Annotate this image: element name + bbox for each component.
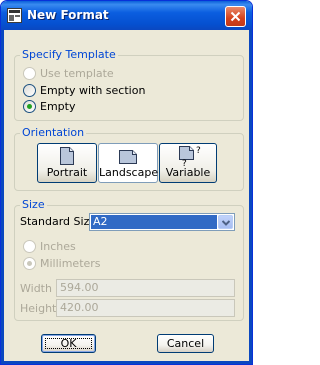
variable-mark-top: ? [196,146,201,156]
ok-button[interactable]: OK [41,334,96,353]
radio-label: Millimeters [40,257,101,270]
window-title: New Format [27,8,109,22]
title-bar[interactable]: New Format [1,1,252,30]
window-frame-right [249,30,252,364]
dropdown-button[interactable] [218,215,233,229]
cancel-label: Cancel [166,337,205,350]
radio-dot [27,261,32,266]
focus-rect [45,338,92,349]
radio-label[interactable]: Empty [40,100,75,113]
radio-label[interactable]: Empty with section [40,84,145,97]
portrait-page-icon [60,147,74,165]
landscape-label: Landscape [99,166,159,179]
variable-button[interactable]: ? ? Variable [159,143,217,183]
size-legend: Size [20,198,47,211]
height-label: Height [20,302,57,315]
radio-dot [27,104,32,109]
cancel-button[interactable]: Cancel [157,334,214,353]
window-frame-bottom [1,361,252,364]
app-icon [7,8,22,23]
radio-circle [23,240,36,253]
landscape-page-icon [119,150,137,164]
standard-size-label: Standard Size [20,215,97,228]
width-field: 594.00 [56,279,235,297]
height-field: 420.00 [56,299,235,317]
radio-circle [23,257,36,270]
new-format-dialog: New Format Specify Template Use template… [0,0,253,365]
radio-circle[interactable] [23,84,36,97]
close-icon [230,11,241,22]
radio-circle [23,67,36,80]
portrait-label: Portrait [46,166,88,179]
variable-label: Variable [165,166,211,179]
standard-size-select[interactable]: A2 [89,213,235,231]
close-button[interactable] [225,6,246,27]
radio-label: Inches [40,240,76,253]
radio-circle[interactable] [23,100,36,113]
standard-size-value: A2 [91,215,217,229]
orientation-legend: Orientation [20,126,87,139]
radio-label: Use template [40,67,114,80]
landscape-button[interactable]: Landscape [98,143,158,183]
width-label: Width [20,282,52,295]
window-frame-left [1,30,4,364]
template-legend: Specify Template [20,48,118,61]
chevron-down-icon [222,220,230,226]
portrait-button[interactable]: Portrait [37,143,97,183]
